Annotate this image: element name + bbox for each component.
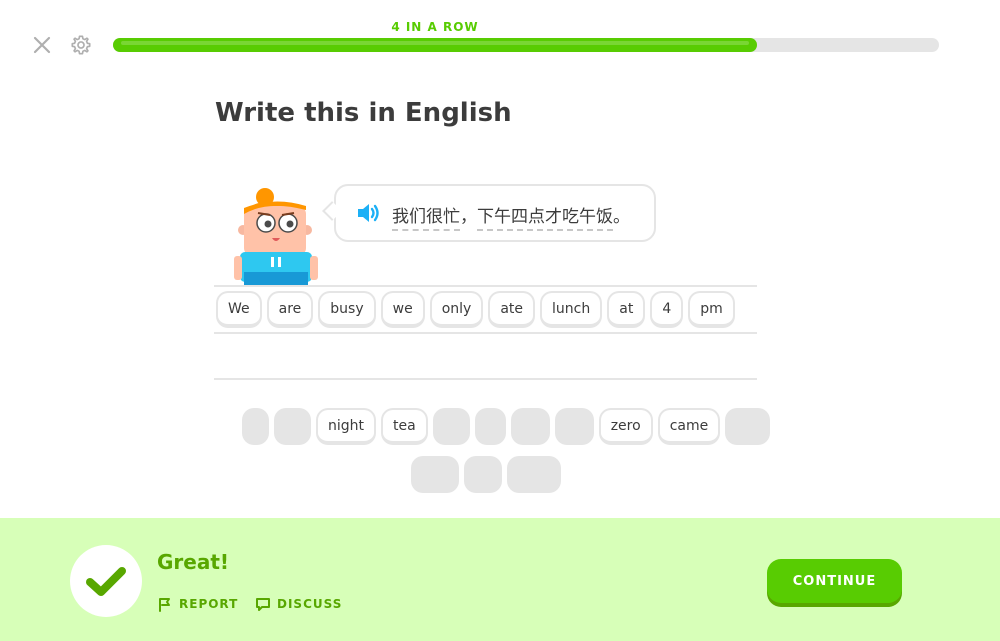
answer-word-chip[interactable]: only — [429, 291, 484, 328]
report-button[interactable]: REPORT — [157, 596, 238, 612]
discuss-label: DISCUSS — [277, 597, 343, 611]
prompt-segment[interactable]: 下午四点才吃午饭 — [477, 207, 613, 231]
answer-word-chip[interactable]: 4 — [650, 291, 684, 328]
discuss-button[interactable]: DISCUSS — [255, 596, 342, 612]
word-bank-used-slot — [474, 408, 506, 445]
answer-word-chip[interactable]: pm — [688, 291, 735, 328]
word-bank-used-slot — [411, 456, 459, 493]
answer-word-chip[interactable]: we — [380, 291, 425, 328]
word-bank-row — [411, 456, 561, 493]
lesson-progress-bar — [113, 38, 939, 52]
success-badge — [70, 545, 142, 617]
word-bank-used-slot — [274, 408, 311, 445]
answer-word-row: We are busy we only ate lunch at 4 pm — [216, 291, 735, 328]
play-audio-button[interactable] — [356, 201, 384, 225]
prompt-punctuation: 。 — [613, 207, 630, 227]
answer-line — [214, 285, 757, 287]
flag-icon — [159, 598, 170, 612]
gear-icon — [71, 35, 91, 55]
prompt-punctuation: ， — [460, 207, 477, 227]
report-label: REPORT — [179, 597, 239, 611]
answer-word-chip[interactable]: lunch — [540, 291, 603, 328]
word-bank-row: night tea zero came — [242, 408, 771, 445]
word-bank-chip[interactable]: tea — [381, 408, 428, 445]
check-icon — [86, 567, 126, 596]
word-bank-used-slot — [432, 408, 470, 445]
chat-bubble-icon — [256, 598, 270, 611]
progress-shine — [121, 41, 750, 45]
character-illustration — [234, 186, 318, 286]
close-button[interactable] — [31, 34, 53, 56]
word-bank-chip[interactable]: night — [316, 408, 377, 445]
answer-word-chip[interactable]: We — [216, 291, 262, 328]
answer-line — [214, 332, 757, 334]
answer-line — [214, 378, 757, 380]
word-bank-used-slot — [242, 408, 269, 445]
word-bank-chip[interactable]: zero — [598, 408, 653, 445]
word-bank-used-slot — [464, 456, 502, 493]
word-bank-used-slot — [507, 456, 561, 493]
answer-word-chip[interactable]: at — [607, 291, 646, 328]
answer-word-chip[interactable]: ate — [488, 291, 536, 328]
word-bank-used-slot — [725, 408, 771, 445]
word-bank-used-slot — [510, 408, 550, 445]
close-icon — [33, 36, 51, 54]
prompt-segment[interactable]: 我们很忙 — [392, 207, 460, 231]
progress-fill — [113, 38, 758, 52]
speaker-icon — [358, 204, 379, 222]
answer-word-chip[interactable]: are — [266, 291, 314, 328]
prompt-sentence: 我们很忙，下午四点才吃午饭。 — [392, 202, 630, 231]
feedback-message: Great! — [157, 550, 230, 574]
settings-button[interactable] — [70, 34, 92, 56]
streak-label: 4 IN A ROW — [391, 20, 479, 34]
word-bank-chip[interactable]: came — [657, 408, 721, 445]
page-title: Write this in English — [215, 98, 512, 128]
word-bank-used-slot — [554, 408, 594, 445]
answer-word-chip[interactable]: busy — [318, 291, 376, 328]
continue-button[interactable]: CONTINUE — [767, 559, 902, 603]
